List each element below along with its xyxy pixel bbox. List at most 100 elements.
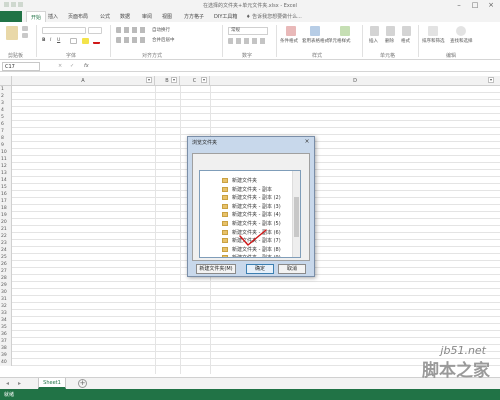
select-all-corner[interactable]: [0, 76, 12, 86]
dialog-close-icon[interactable]: ×: [302, 138, 312, 145]
sheet-next-icon[interactable]: ▸: [18, 380, 21, 387]
cut-icon[interactable]: [22, 26, 28, 31]
row-header[interactable]: 38: [0, 345, 12, 352]
border-icon[interactable]: [70, 38, 77, 44]
row-header[interactable]: 19: [0, 212, 12, 219]
cell-styles-button[interactable]: 单元格样式: [328, 38, 351, 44]
merge-center-button[interactable]: 合并后居中: [152, 37, 175, 43]
row-header[interactable]: 3: [0, 100, 12, 107]
conditional-format-button[interactable]: 条件格式: [280, 38, 298, 44]
table-row[interactable]: 29: [0, 282, 500, 289]
filter-dropdown-icon[interactable]: ▾: [171, 77, 177, 83]
column-header-b[interactable]: B ▾: [155, 76, 180, 86]
tab-review[interactable]: 审阅: [142, 13, 152, 20]
row-header[interactable]: 18: [0, 205, 12, 212]
table-row[interactable]: 33: [0, 310, 500, 317]
close-button[interactable]: ×: [484, 1, 498, 10]
maximize-button[interactable]: □: [468, 1, 482, 10]
italic-icon[interactable]: I: [50, 38, 51, 43]
tab-view[interactable]: 视图: [162, 13, 172, 20]
enter-entry-icon[interactable]: ✓: [70, 63, 74, 69]
row-header[interactable]: 7: [0, 128, 12, 135]
table-row[interactable]: 4: [0, 107, 500, 114]
row-header[interactable]: 1: [0, 86, 12, 93]
row-header[interactable]: 35: [0, 324, 12, 331]
format-table-button[interactable]: 套用表格格式: [302, 38, 329, 44]
sort-filter-button[interactable]: 排序和筛选: [422, 38, 445, 44]
underline-icon[interactable]: U: [57, 38, 60, 43]
row-header[interactable]: 32: [0, 303, 12, 310]
font-name-dropdown[interactable]: [42, 27, 86, 34]
table-row[interactable]: 36: [0, 331, 500, 338]
delete-cells-button[interactable]: 删除: [385, 38, 394, 44]
formula-input[interactable]: [96, 62, 496, 71]
column-header-c[interactable]: C ▾: [180, 76, 210, 86]
table-row[interactable]: 30: [0, 289, 500, 296]
row-header[interactable]: 11: [0, 156, 12, 163]
insert-cells-button[interactable]: 插入: [369, 38, 378, 44]
number-format-icons[interactable]: [228, 38, 266, 44]
column-header-d[interactable]: D ▾: [210, 76, 500, 86]
list-item[interactable]: 新建文件夹 - 副本 (4): [222, 211, 294, 219]
row-header[interactable]: 20: [0, 219, 12, 226]
font-color-icon[interactable]: [93, 38, 100, 44]
row-header[interactable]: 29: [0, 282, 12, 289]
row-header[interactable]: 36: [0, 331, 12, 338]
list-item[interactable]: 新建文件夹 - 副本 (5): [222, 220, 294, 228]
row-header[interactable]: 6: [0, 121, 12, 128]
row-header[interactable]: 16: [0, 191, 12, 198]
table-row[interactable]: 37: [0, 338, 500, 345]
tab-formulas[interactable]: 公式: [100, 13, 110, 20]
fill-color-icon[interactable]: [82, 38, 89, 44]
row-header[interactable]: 40: [0, 359, 12, 366]
list-item[interactable]: 新建文件夹 - 副本 (9): [222, 254, 294, 257]
wrap-text-button[interactable]: 自动换行: [152, 27, 170, 33]
row-header[interactable]: 5: [0, 114, 12, 121]
cell-styles-icon[interactable]: [340, 26, 350, 36]
ok-button[interactable]: 确定: [246, 264, 274, 274]
row-header[interactable]: 12: [0, 163, 12, 170]
tab-fangfanggezi[interactable]: 方方格子: [184, 13, 204, 20]
number-format-dropdown[interactable]: 常规: [228, 27, 268, 35]
row-header[interactable]: 26: [0, 261, 12, 268]
table-row[interactable]: 34: [0, 317, 500, 324]
tell-me-search[interactable]: ♦ 告诉我您想要做什么...: [246, 13, 302, 20]
format-cells-icon[interactable]: [402, 26, 411, 36]
table-row[interactable]: 2: [0, 93, 500, 100]
conditional-format-icon[interactable]: [286, 26, 296, 36]
list-item[interactable]: 新建文件夹 - 副本 (2): [222, 194, 294, 202]
insert-function-icon[interactable]: fx: [84, 63, 89, 69]
cancel-button[interactable]: 取消: [278, 264, 306, 274]
row-header[interactable]: 4: [0, 107, 12, 114]
row-header[interactable]: 31: [0, 296, 12, 303]
add-sheet-icon[interactable]: +: [78, 379, 87, 388]
row-header[interactable]: 39: [0, 352, 12, 359]
list-item[interactable]: 新建文件夹: [222, 177, 294, 185]
row-header[interactable]: 22: [0, 233, 12, 240]
paste-icon[interactable]: [6, 26, 18, 40]
format-cells-button[interactable]: 格式: [401, 38, 410, 44]
format-table-icon[interactable]: [310, 26, 320, 36]
tab-page-layout[interactable]: 页面布局: [68, 13, 88, 20]
scrollbar-thumb[interactable]: [294, 197, 299, 237]
tab-home[interactable]: 开始: [26, 11, 47, 22]
row-header[interactable]: 27: [0, 268, 12, 275]
copy-icon[interactable]: [22, 33, 28, 38]
font-size-dropdown[interactable]: [88, 27, 102, 34]
row-header[interactable]: 15: [0, 184, 12, 191]
table-row[interactable]: 35: [0, 324, 500, 331]
row-header[interactable]: 30: [0, 289, 12, 296]
new-folder-button[interactable]: 新建文件夹(M): [196, 264, 236, 274]
row-header[interactable]: 37: [0, 338, 12, 345]
sort-filter-icon[interactable]: [428, 26, 438, 36]
name-box[interactable]: C17: [2, 62, 40, 71]
sheet-prev-icon[interactable]: ◂: [6, 380, 9, 387]
table-row[interactable]: 31: [0, 296, 500, 303]
list-item[interactable]: 新建文件夹 - 副本: [222, 186, 294, 194]
row-header[interactable]: 24: [0, 247, 12, 254]
indent-icons[interactable]: [116, 37, 146, 43]
tab-data[interactable]: 数据: [120, 13, 130, 20]
table-row[interactable]: 1: [0, 86, 500, 93]
row-header[interactable]: 23: [0, 240, 12, 247]
table-row[interactable]: 6: [0, 121, 500, 128]
